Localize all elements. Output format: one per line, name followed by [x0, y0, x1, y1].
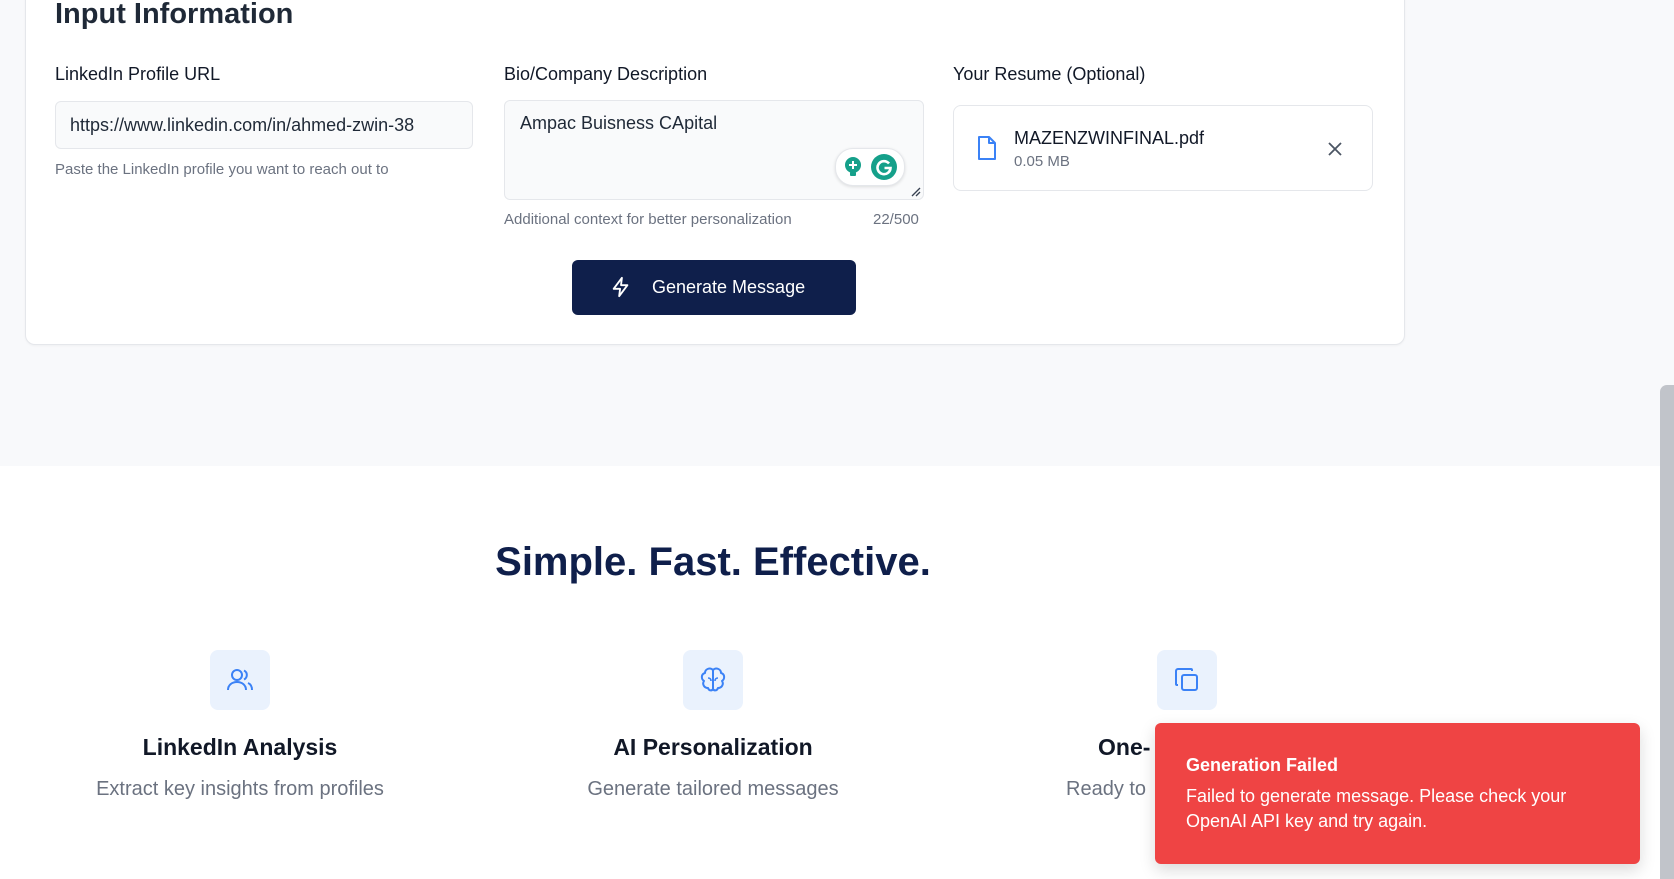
feature-desc: Ready to	[1066, 778, 1147, 800]
toast-message: Failed to generate message. Please check…	[1186, 786, 1567, 831]
feature-title: LinkedIn Analysis	[142, 734, 338, 760]
feature-desc: Generate tailored messages	[587, 778, 839, 800]
lightning-icon	[612, 276, 629, 298]
resume-file-box: MAZENZWINFINAL.pdf 0.05 MB	[953, 105, 1373, 191]
file-name: MAZENZWINFINAL.pdf	[1014, 128, 1205, 148]
resume-label: Your Resume (Optional)	[953, 64, 1146, 84]
copy-icon	[1175, 668, 1198, 691]
grammarly-widget[interactable]	[835, 148, 905, 186]
generate-message-button[interactable]: Generate Message	[572, 260, 856, 315]
features-headline: Simple. Fast. Effective.	[495, 540, 931, 584]
brain-icon	[700, 667, 726, 692]
close-icon[interactable]	[1324, 138, 1346, 160]
feature-desc: Extract key insights from profiles	[96, 778, 384, 800]
linkedin-url-input[interactable]	[55, 101, 473, 149]
feature-title: One-	[1098, 734, 1151, 760]
card-title: Input Information	[55, 0, 294, 30]
linkedin-url-label: LinkedIn Profile URL	[55, 64, 221, 84]
bio-label: Bio/Company Description	[504, 64, 708, 84]
feature-title: AI Personalization	[613, 734, 813, 760]
lightbulb-icon	[845, 157, 861, 176]
copy-icon-tile	[1157, 650, 1217, 710]
file-size: 0.05 MB	[1014, 153, 1070, 170]
file-icon	[978, 136, 996, 160]
generate-message-label: Generate Message	[652, 277, 806, 297]
error-toast[interactable]: Generation Failed Failed to generate mes…	[1155, 723, 1640, 864]
brain-icon-tile	[683, 650, 743, 710]
char-counter: 22/500	[873, 211, 919, 228]
bio-hint: Additional context for better personaliz…	[504, 211, 792, 228]
users-icon-tile	[210, 650, 270, 710]
toast-title: Generation Failed	[1186, 755, 1339, 775]
linkedin-url-hint: Paste the LinkedIn profile you want to r…	[55, 161, 389, 178]
users-icon	[227, 669, 253, 691]
grammarly-icon	[871, 154, 897, 180]
scrollbar[interactable]	[1660, 385, 1674, 879]
resize-handle-icon[interactable]	[909, 185, 921, 197]
